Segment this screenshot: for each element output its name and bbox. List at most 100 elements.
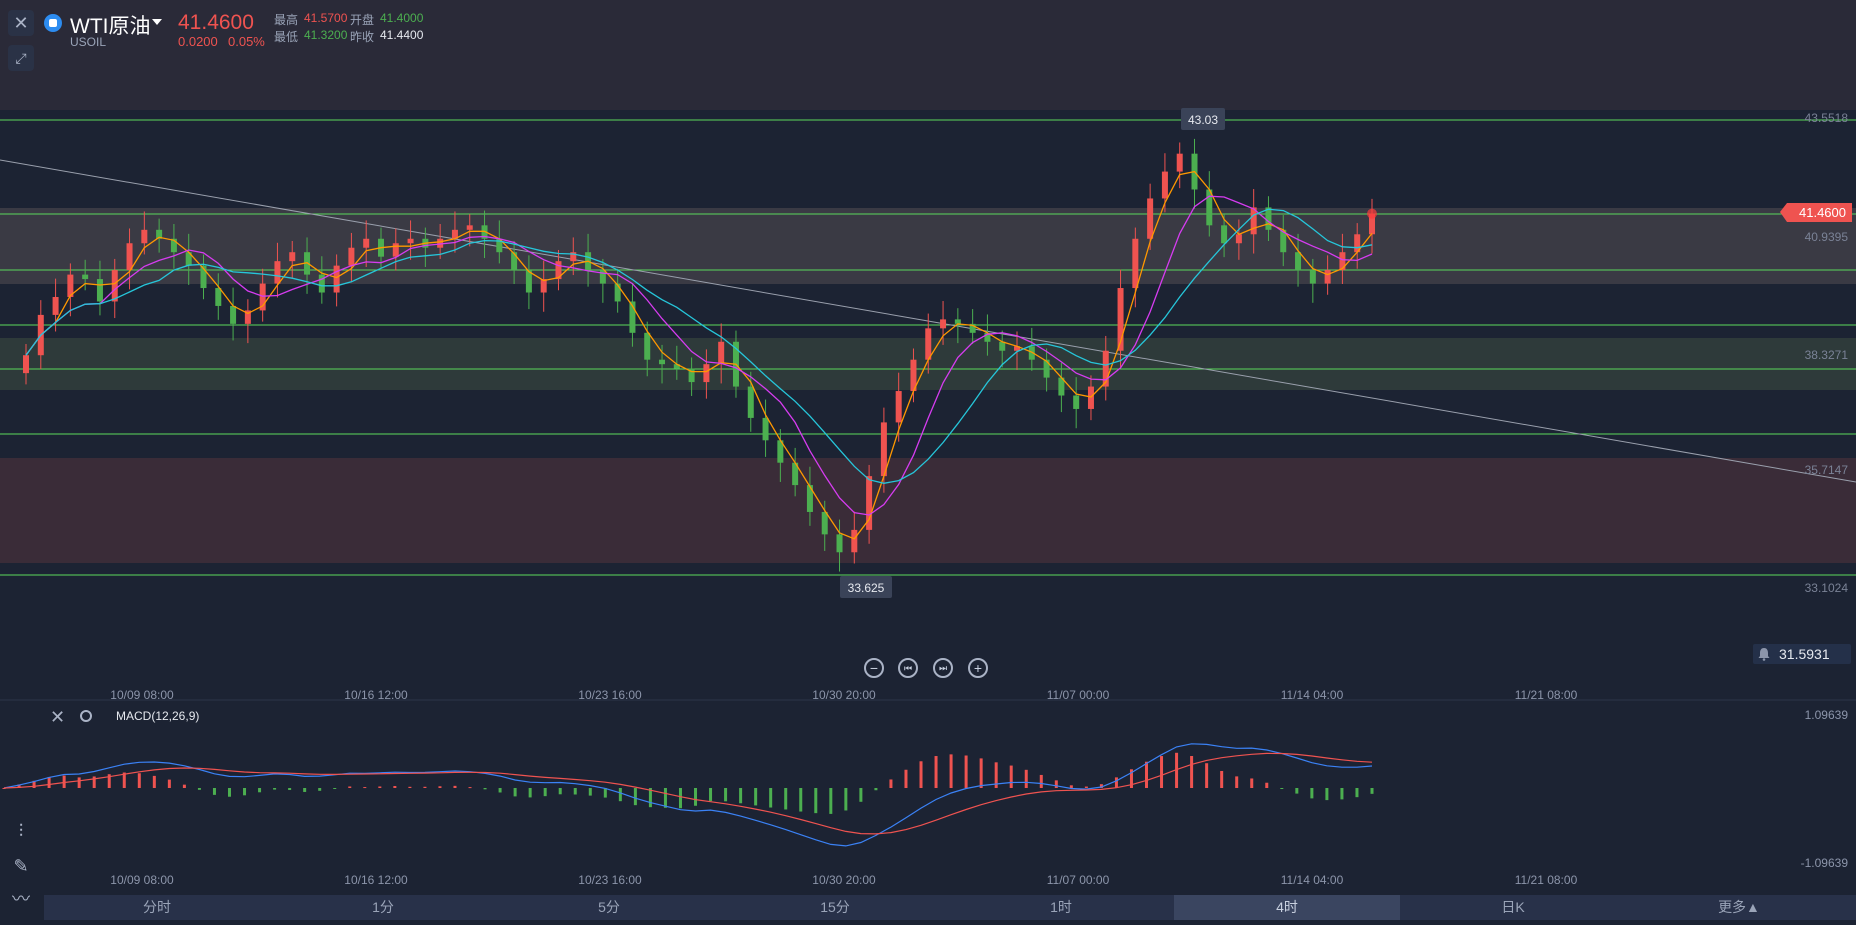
macd-histogram-bar <box>799 788 803 812</box>
prev-close-label: 昨收 <box>350 30 375 44</box>
symbol-header: WTI原油 USOIL 41.4600 0.0200 0.05% 最高 41.5… <box>44 10 504 50</box>
macd-histogram-bar <box>1114 777 1118 788</box>
candle-body <box>954 319 961 324</box>
candle-body <box>718 341 725 365</box>
price-alert[interactable]: 31.5931 <box>1753 644 1851 664</box>
timeframe-6[interactable]: 日K <box>1400 895 1626 920</box>
candle-body <box>466 225 473 230</box>
macd-histogram-bar <box>874 788 878 791</box>
candle-body <box>82 274 89 280</box>
candle-body <box>111 270 118 302</box>
macd-histogram-bar <box>1310 788 1314 799</box>
macd-histogram-bar <box>1009 765 1013 788</box>
timeframe-2[interactable]: 5分 <box>496 895 722 920</box>
macd-histogram-bar <box>438 786 442 788</box>
macd-time-axis-label: 11/14 04:00 <box>1281 873 1344 887</box>
low-label: 最低 <box>274 30 299 44</box>
high-marker-label: 43.03 <box>1188 113 1218 127</box>
macd-time-axis-label: 10/23 16:00 <box>578 873 642 887</box>
macd-histogram-bar <box>694 788 698 806</box>
macd-histogram-bar <box>1355 788 1359 798</box>
timeframe-1[interactable]: 1分 <box>270 895 496 920</box>
symbol-code: USOIL <box>70 35 107 49</box>
candle-body <box>1161 171 1168 199</box>
candle-body <box>407 238 414 244</box>
candle-body <box>925 328 932 360</box>
candle-body <box>1043 359 1050 378</box>
macd-histogram-bar <box>258 788 262 793</box>
macd-histogram-bar <box>934 756 938 788</box>
current-price-tag-label: 41.4600 <box>1799 205 1846 220</box>
close-chart-button[interactable]: ✕ <box>8 10 34 36</box>
candle-body <box>747 386 754 418</box>
timeframe-7[interactable]: 更多▲ <box>1626 895 1852 920</box>
macd-time-axis-label: 10/16 12:00 <box>344 873 408 887</box>
price-axis-label: 43.5518 <box>1805 111 1849 125</box>
macd-histogram-bar <box>769 788 773 808</box>
macd-time-axis-label: 10/09 08:00 <box>110 873 174 887</box>
macd-histogram-bar <box>1370 788 1374 794</box>
macd-histogram-bar <box>303 788 307 792</box>
macd-histogram-bar <box>363 787 367 789</box>
timeframe-bar: 分时 1分 5分 15分 1时 4时 日K 更多▲ <box>44 895 1856 920</box>
timeframe-0[interactable]: 分时 <box>44 895 270 920</box>
macd-histogram-bar <box>483 788 487 790</box>
macd-histogram-bar <box>197 788 201 790</box>
candle-body <box>1132 238 1139 289</box>
macd-histogram-bar <box>543 788 547 797</box>
indicator-tool-icon[interactable]: ⫶ <box>8 818 34 844</box>
candle-body <box>1176 153 1183 172</box>
macd-histogram-bar <box>152 775 156 788</box>
zoom-out-button[interactable]: − <box>864 658 884 678</box>
symbol-dropdown-chevron-icon[interactable] <box>152 19 162 25</box>
fullscreen-toggle-icon[interactable]: ⤢ <box>8 45 34 71</box>
lower-channel-zone <box>0 458 1856 563</box>
timeframe-3[interactable]: 15分 <box>722 895 948 920</box>
draw-pen-icon[interactable]: ✎ <box>8 853 34 879</box>
macd-histogram-bar <box>333 788 337 789</box>
macd-histogram-bar <box>47 776 51 788</box>
low-marker-label: 33.625 <box>848 581 885 595</box>
macd-histogram-bar <box>603 788 607 798</box>
candle-body <box>230 305 237 324</box>
macd-histogram-bar <box>77 777 81 788</box>
macd-dif-line <box>3 743 1373 847</box>
trend-tool-icon[interactable]: 〰 <box>8 886 34 912</box>
zoom-in-button[interactable]: + <box>968 658 988 678</box>
macd-histogram-bar <box>1220 770 1224 788</box>
candle-body <box>1295 252 1302 271</box>
macd-histogram-bar <box>137 773 141 788</box>
scroll-to-start-button[interactable]: ⏮ <box>898 658 918 678</box>
close-indicator-icon[interactable]: ✕ <box>50 708 65 726</box>
macd-histogram-bar <box>453 785 457 788</box>
scroll-to-end-button[interactable]: ⏭ <box>933 658 953 678</box>
macd-histogram-bar <box>1190 756 1194 788</box>
macd-histogram-bar <box>633 788 637 806</box>
macd-histogram-bar <box>348 786 352 788</box>
candle-body <box>363 238 370 248</box>
macd-histogram-bar <box>243 788 247 796</box>
candle-body <box>333 265 340 293</box>
timeframe-5[interactable]: 4时 <box>1174 895 1400 920</box>
macd-histogram-bar <box>528 788 532 798</box>
macd-histogram-bar <box>1084 786 1088 788</box>
timeframe-4[interactable]: 1时 <box>948 895 1174 920</box>
macd-histogram-bar <box>1205 763 1209 788</box>
candle-body <box>23 355 29 374</box>
open-label: 开盘 <box>350 13 375 27</box>
candle-body <box>940 319 947 329</box>
candle-body <box>1087 386 1094 409</box>
macd-histogram-bar <box>618 788 622 802</box>
symbol-logo-icon <box>44 14 62 32</box>
macd-histogram-bar <box>513 788 517 797</box>
macd-histogram-bar <box>904 769 908 788</box>
macd-axis-bottom: -1.09639 <box>1801 856 1849 870</box>
candle-body <box>644 332 651 360</box>
candle-body <box>289 252 296 262</box>
candle-body <box>215 288 222 306</box>
indicator-settings-gear-icon[interactable] <box>80 710 92 722</box>
price-chart[interactable]: 43.03 33.625 43.5518 40.9395 38.3271 35.7147 3… <box>0 0 1856 925</box>
candle-body <box>659 359 666 365</box>
macd-histogram-bar <box>754 788 758 806</box>
macd-histogram-bar <box>889 779 893 788</box>
